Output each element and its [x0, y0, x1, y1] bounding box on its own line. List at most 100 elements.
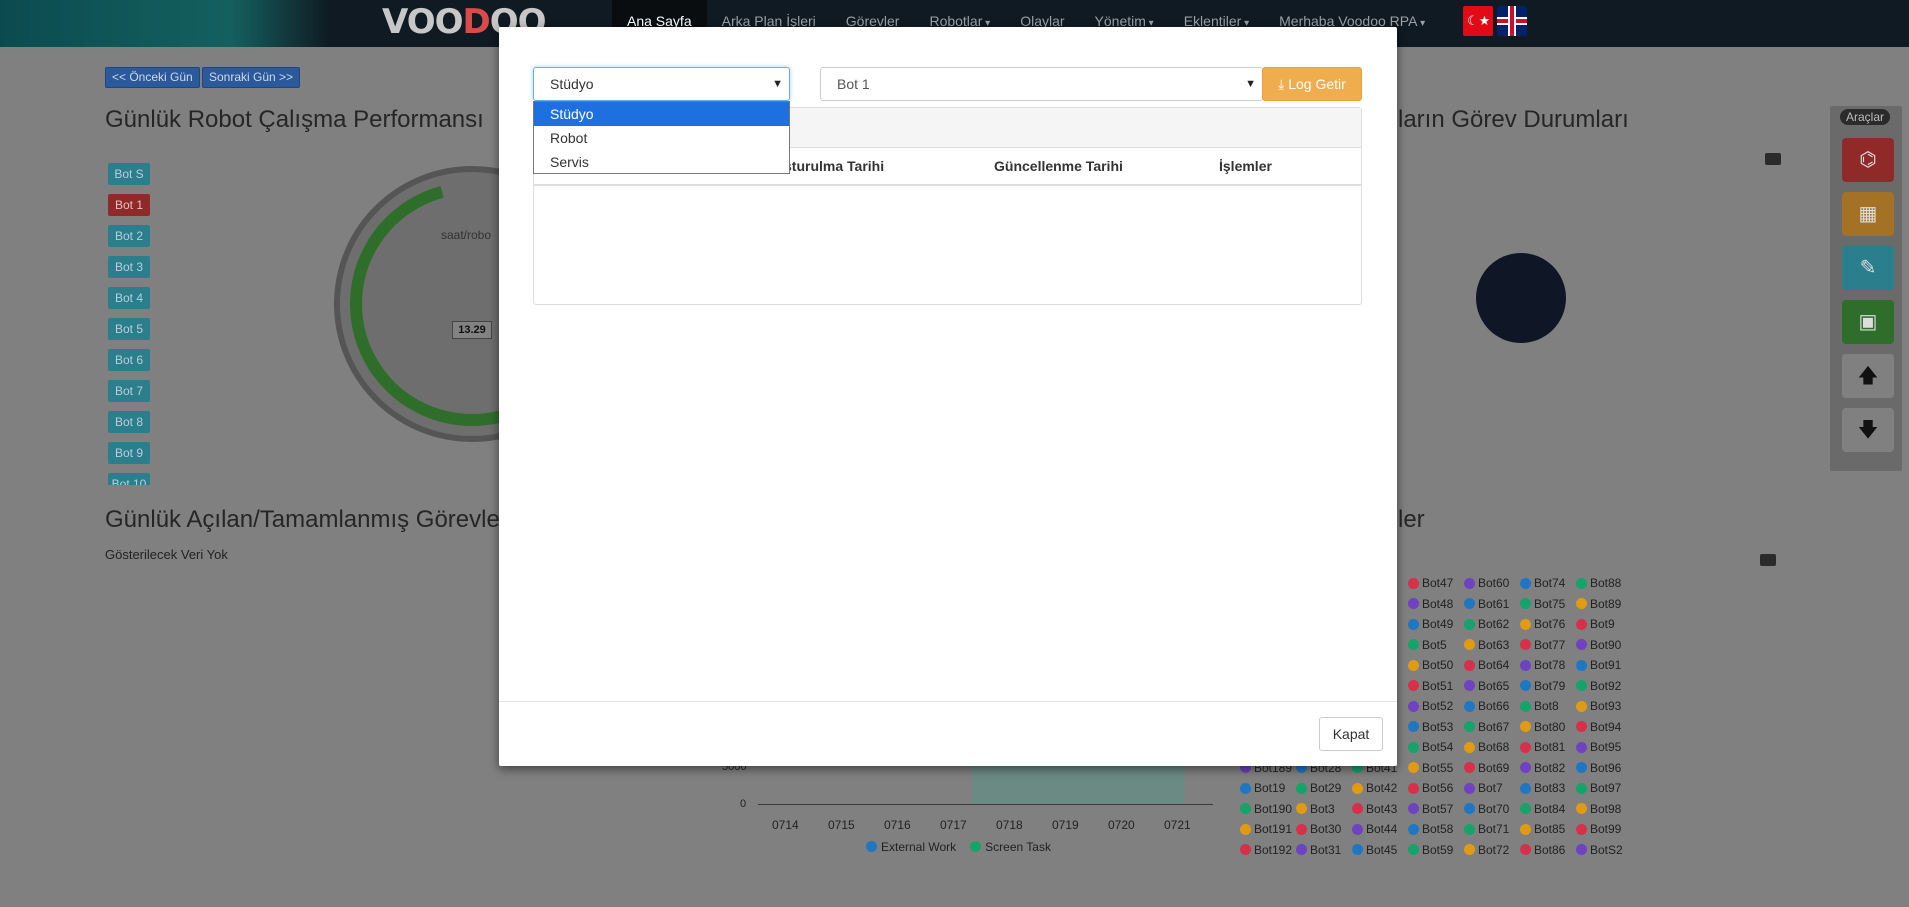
legend-item[interactable]: Bot44 [1352, 822, 1408, 836]
next-day-button[interactable]: Sonraki Gün >> [202, 67, 301, 88]
legend-item[interactable]: Bot82 [1520, 761, 1576, 775]
legend-item[interactable]: Bot191 [1240, 822, 1296, 836]
get-log-button[interactable]: ⤓ Log Getir [1262, 67, 1362, 101]
legend-item[interactable]: Bot43 [1352, 802, 1408, 816]
wrench-icon[interactable]: ✎ [1842, 246, 1894, 290]
legend-item[interactable]: Bot67 [1464, 720, 1520, 734]
legend-item[interactable]: Bot94 [1576, 720, 1632, 734]
option-servis[interactable]: Servis [534, 150, 789, 174]
bot-button[interactable]: Bot 5 [108, 318, 150, 340]
legend-item[interactable]: Bot62 [1464, 617, 1520, 631]
legend-item[interactable]: Bot85 [1520, 822, 1576, 836]
legend-item[interactable]: Bot42 [1352, 781, 1408, 795]
legend-item[interactable]: Bot84 [1520, 802, 1576, 816]
camera-icon[interactable] [1760, 554, 1776, 566]
legend-item[interactable]: Bot81 [1520, 740, 1576, 754]
legend-item[interactable]: Bot190 [1240, 802, 1296, 816]
column-actions[interactable]: İşlemler [1219, 158, 1272, 174]
bot-button[interactable]: Bot 2 [108, 225, 150, 247]
legend-item[interactable]: Bot89 [1576, 597, 1632, 611]
uk-flag-icon[interactable] [1497, 6, 1527, 36]
table-icon[interactable]: ▦ [1842, 192, 1894, 236]
legend-item[interactable]: Bot7 [1464, 781, 1520, 795]
legend-item[interactable]: Bot93 [1576, 699, 1632, 713]
glasses-icon[interactable]: ⌬ [1842, 138, 1894, 182]
legend-item[interactable]: Bot65 [1464, 679, 1520, 693]
legend-item[interactable]: Bot69 [1464, 761, 1520, 775]
legend-item[interactable]: Bot77 [1520, 638, 1576, 652]
save-icon[interactable]: ▣ [1842, 300, 1894, 344]
legend-item[interactable]: Bot63 [1464, 638, 1520, 652]
legend-item[interactable]: Bot31 [1296, 843, 1352, 857]
legend-item[interactable]: BotS2 [1576, 843, 1632, 857]
legend-item[interactable]: Bot83 [1520, 781, 1576, 795]
legend-item[interactable]: Bot30 [1296, 822, 1352, 836]
legend-item[interactable]: Bot80 [1520, 720, 1576, 734]
bot-button[interactable]: Bot 3 [108, 256, 150, 278]
camera-icon[interactable] [1765, 153, 1781, 165]
legend-item[interactable]: Bot61 [1464, 597, 1520, 611]
legend-item[interactable]: Bot56 [1408, 781, 1464, 795]
legend-item[interactable]: Bot192 [1240, 843, 1296, 857]
legend-item[interactable]: Bot95 [1576, 740, 1632, 754]
legend-item[interactable]: Bot5 [1408, 638, 1464, 652]
legend-item[interactable]: Bot66 [1464, 699, 1520, 713]
legend-item[interactable]: Bot48 [1408, 597, 1464, 611]
legend-item[interactable]: Bot53 [1408, 720, 1464, 734]
legend-item[interactable]: Bot58 [1408, 822, 1464, 836]
legend-item[interactable]: Bot96 [1576, 761, 1632, 775]
legend-item[interactable]: Bot51 [1408, 679, 1464, 693]
legend-item[interactable]: Bot90 [1576, 638, 1632, 652]
legend-external-work[interactable]: External Work [866, 840, 956, 854]
bot-button[interactable]: Bot 10 [108, 473, 150, 485]
legend-item[interactable]: Bot52 [1408, 699, 1464, 713]
bot-button[interactable]: Bot 7 [108, 380, 150, 402]
legend-item[interactable]: Bot88 [1576, 576, 1632, 590]
legend-item[interactable]: Bot49 [1408, 617, 1464, 631]
legend-item[interactable]: Bot71 [1464, 822, 1520, 836]
legend-item[interactable]: Bot92 [1576, 679, 1632, 693]
bot-button[interactable]: Bot S [108, 163, 150, 185]
legend-item[interactable]: Bot3 [1296, 802, 1352, 816]
arrow-up-icon[interactable]: 🡅 [1842, 354, 1894, 398]
legend-item[interactable]: Bot50 [1408, 658, 1464, 672]
legend-item[interactable]: Bot57 [1408, 802, 1464, 816]
legend-item[interactable]: Bot47 [1408, 576, 1464, 590]
legend-item[interactable]: Bot75 [1520, 597, 1576, 611]
bot-select[interactable]: Bot 1 ▼ [820, 67, 1263, 101]
legend-item[interactable]: Bot86 [1520, 843, 1576, 857]
previous-day-button[interactable]: << Önceki Gün [105, 67, 200, 88]
column-updated-date[interactable]: Güncellenme Tarihi [994, 158, 1123, 174]
legend-item[interactable]: Bot78 [1520, 658, 1576, 672]
legend-item[interactable]: Bot72 [1464, 843, 1520, 857]
bot-button[interactable]: Bot 8 [108, 411, 150, 433]
bot-button[interactable]: Bot 6 [108, 349, 150, 371]
legend-item[interactable]: Bot70 [1464, 802, 1520, 816]
legend-item[interactable]: Bot97 [1576, 781, 1632, 795]
legend-item[interactable]: Bot60 [1464, 576, 1520, 590]
option-robot[interactable]: Robot [534, 126, 789, 150]
legend-item[interactable]: Bot91 [1576, 658, 1632, 672]
bot-button-selected[interactable]: Bot 1 [108, 194, 150, 216]
log-type-select[interactable]: Stüdyo ▼ [533, 67, 790, 101]
bot-button[interactable]: Bot 9 [108, 442, 150, 464]
legend-item[interactable]: Bot45 [1352, 843, 1408, 857]
legend-item[interactable]: Bot19 [1240, 781, 1296, 795]
legend-item[interactable]: Bot99 [1576, 822, 1632, 836]
legend-item[interactable]: Bot98 [1576, 802, 1632, 816]
bot-button[interactable]: Bot 4 [108, 287, 150, 309]
legend-item[interactable]: Bot54 [1408, 740, 1464, 754]
legend-item[interactable]: Bot9 [1576, 617, 1632, 631]
legend-item[interactable]: Bot59 [1408, 843, 1464, 857]
column-created-date[interactable]: şturulma Tarihi [784, 158, 884, 174]
legend-item[interactable]: Bot8 [1520, 699, 1576, 713]
legend-item[interactable]: Bot76 [1520, 617, 1576, 631]
option-studyo[interactable]: Stüdyo [534, 102, 789, 126]
legend-item[interactable]: Bot29 [1296, 781, 1352, 795]
legend-item[interactable]: Bot64 [1464, 658, 1520, 672]
turkish-flag-icon[interactable] [1463, 6, 1493, 36]
legend-item[interactable]: Bot55 [1408, 761, 1464, 775]
close-button[interactable]: Kapat [1319, 717, 1383, 751]
legend-item[interactable]: Bot74 [1520, 576, 1576, 590]
legend-item[interactable]: Bot79 [1520, 679, 1576, 693]
